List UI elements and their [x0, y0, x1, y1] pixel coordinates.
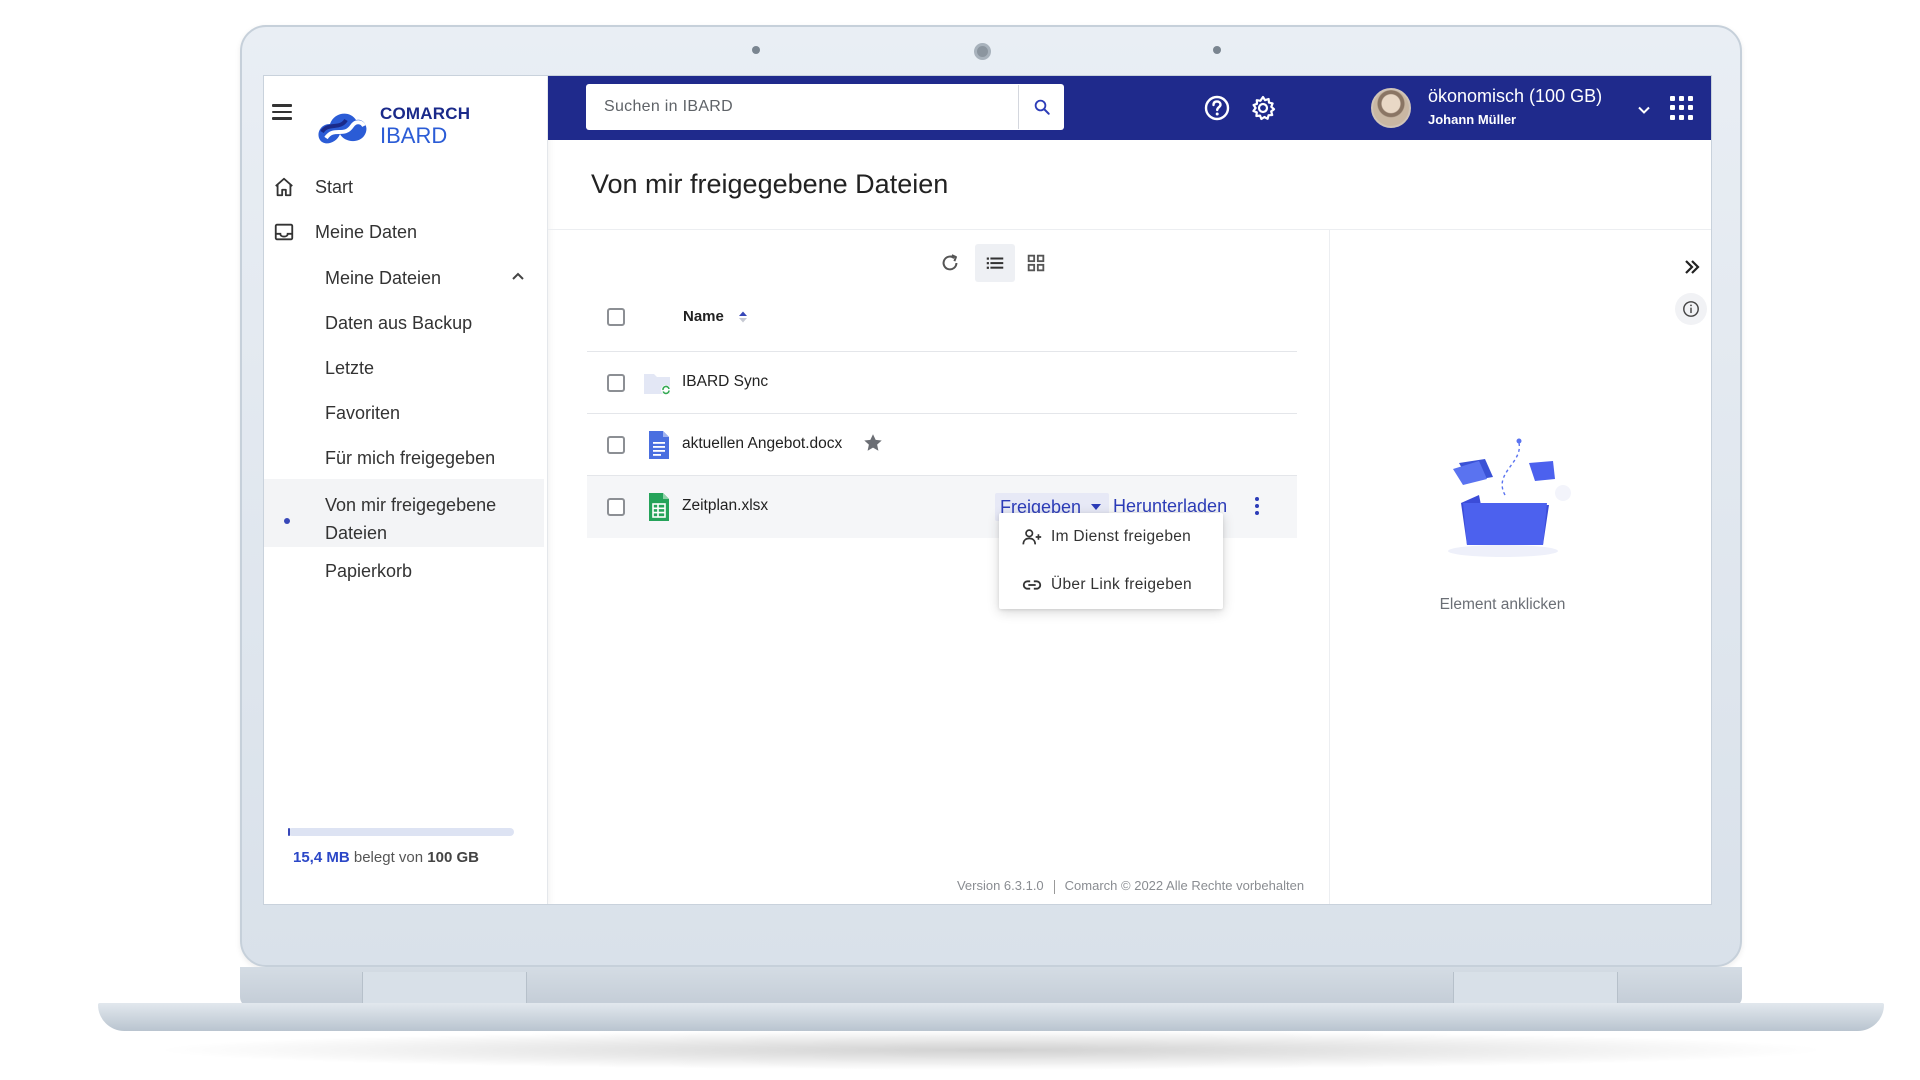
caret-down-icon [1091, 504, 1102, 510]
sidebar-subitem-label: Meine Dateien [325, 268, 442, 288]
table-row[interactable]: IBARD Sync [587, 352, 1297, 414]
storage-usage-text: 15,4 MB belegt von 100 GB [293, 849, 479, 866]
row-checkbox[interactable] [607, 498, 625, 516]
share-dropdown-menu: Im Dienst freigeben Über Link freigeben [999, 513, 1223, 609]
search-button[interactable] [1019, 85, 1064, 129]
grid-view-button[interactable] [1016, 244, 1056, 282]
menu-item-share-in-service[interactable]: Im Dienst freigeben [999, 513, 1223, 561]
footer: Version 6.3.1.0 Comarch © 2022 Alle Recht… [548, 878, 1711, 894]
sensor-dot-right [1213, 46, 1221, 54]
version-text: Version 6.3.1.0 [956, 878, 1044, 893]
info-icon [1683, 301, 1699, 317]
sort-ascending-icon[interactable] [737, 310, 749, 324]
select-all-checkbox[interactable] [607, 308, 625, 326]
active-indicator [284, 518, 290, 524]
sidebar-subitem-label: Favoriten [325, 403, 401, 423]
sidebar-subitem-label: Papierkorb [325, 561, 413, 581]
link-icon [1022, 580, 1042, 590]
more-vertical-icon[interactable] [1247, 492, 1267, 520]
sidebar-subitem-label: Letzte [325, 358, 375, 378]
sync-folder-icon [644, 374, 671, 395]
docx-file-icon [649, 431, 669, 459]
sidebar-subitem-label: Für mich freigegeben [325, 448, 496, 468]
favorite-star-icon[interactable] [862, 432, 884, 454]
empty-state-text: Element anklicken [1439, 596, 1566, 613]
row-checkbox[interactable] [607, 374, 625, 392]
help-icon[interactable] [1203, 94, 1231, 122]
menu-item-label: Im Dienst freigeben [1051, 528, 1192, 545]
hinge-slot-right [1453, 972, 1618, 1004]
add-user-icon [1022, 529, 1042, 545]
info-button[interactable] [1675, 293, 1707, 325]
sidebar-item-label: Meine Daten [315, 221, 418, 242]
user-avatar[interactable] [1371, 88, 1411, 128]
page-title: Von mir freigegebene Dateien [591, 169, 949, 199]
grid-view-icon [1027, 254, 1045, 272]
list-view-icon [986, 257, 1004, 269]
chevron-down-icon[interactable] [1636, 102, 1652, 118]
chevron-double-right-icon[interactable] [1681, 256, 1703, 278]
laptop-shadow [148, 1030, 1834, 1070]
logo-brand-text: COMARCH [380, 104, 471, 123]
sidebar: COMARCH IBARD Start Meine Daten Meine Da… [264, 76, 548, 904]
xlsx-file-icon [649, 493, 669, 521]
app-screen: COMARCH IBARD Start Meine Daten Meine Da… [263, 75, 1712, 905]
sidebar-subitem-favoriten[interactable]: Favoriten [264, 396, 544, 432]
sidebar-item-meine-daten[interactable]: Meine Daten [264, 216, 544, 248]
sidebar-item-start[interactable]: Start [264, 171, 544, 203]
search-box [586, 84, 1064, 130]
file-name[interactable]: IBARD Sync [682, 373, 768, 391]
storage-progress-fill [288, 828, 291, 836]
plan-label[interactable]: ökonomisch (100 GB) [1428, 86, 1602, 107]
storage-total: 100 GB [427, 849, 479, 866]
copyright-text: Comarch © 2022 Alle Rechte vorbehalten [1064, 878, 1305, 893]
refresh-button[interactable] [930, 244, 970, 282]
sidebar-subitem-von-mir-freigegebene-dateien[interactable]: Von mir freigegebene Dateien [264, 479, 544, 547]
column-header-name[interactable]: Name [683, 308, 724, 325]
settings-gear-icon[interactable] [1249, 94, 1277, 122]
cloud-logo-icon [318, 113, 367, 144]
sidebar-subitem-letzte[interactable]: Letzte [264, 351, 544, 387]
apps-grid-icon[interactable] [1668, 94, 1696, 122]
list-view-button[interactable] [975, 244, 1015, 282]
top-bar: ökonomisch (100 GB) Johann Müller [548, 76, 1711, 140]
sensor-dot-left [752, 46, 760, 54]
sidebar-subitem-daten-aus-backup[interactable]: Daten aus Backup [264, 306, 544, 342]
menu-item-label: Über Link freigeben [1051, 576, 1192, 593]
inbox-icon [274, 223, 294, 241]
table-row[interactable]: aktuellen Angebot.docx [587, 414, 1297, 476]
user-name[interactable]: Johann Müller [1428, 112, 1516, 127]
sidebar-item-label: Start [315, 176, 354, 197]
menu-item-share-via-link[interactable]: Über Link freigeben [999, 561, 1223, 609]
table-header-row: Name [587, 279, 1297, 352]
storage-progress-bar [288, 828, 514, 836]
row-checkbox[interactable] [607, 436, 625, 454]
file-name[interactable]: Zeitplan.xlsx [682, 497, 768, 515]
sidebar-subitem-meine-dateien[interactable]: Meine Dateien [264, 261, 544, 297]
hinge-slot-left [362, 972, 527, 1004]
webcam [974, 43, 991, 60]
storage-used: 15,4 MB [293, 849, 350, 866]
sidebar-subitem-fuer-mich-freigegeben[interactable]: Für mich freigegeben [264, 441, 544, 477]
file-name[interactable]: aktuellen Angebot.docx [682, 435, 842, 453]
sidebar-subitem-label: Von mir freigegebene Dateien [325, 495, 497, 543]
home-icon [275, 177, 293, 197]
storage-middle-text: belegt von [353, 849, 424, 866]
footer-separator [1053, 879, 1055, 894]
details-panel: Element anklicken [1329, 230, 1711, 904]
laptop-base [98, 1003, 1884, 1031]
empty-folder-illustration [1448, 438, 1571, 557]
logo-product-text: IBARD [380, 123, 448, 148]
menu-icon[interactable] [272, 100, 296, 124]
search-icon [1034, 99, 1050, 115]
refresh-icon [942, 254, 958, 271]
sidebar-subitem-label: Daten aus Backup [325, 313, 473, 333]
search-input[interactable] [586, 85, 1018, 129]
sidebar-subitem-papierkorb[interactable]: Papierkorb [264, 554, 544, 590]
comarch-ibard-logo[interactable]: COMARCH IBARD [314, 104, 470, 148]
